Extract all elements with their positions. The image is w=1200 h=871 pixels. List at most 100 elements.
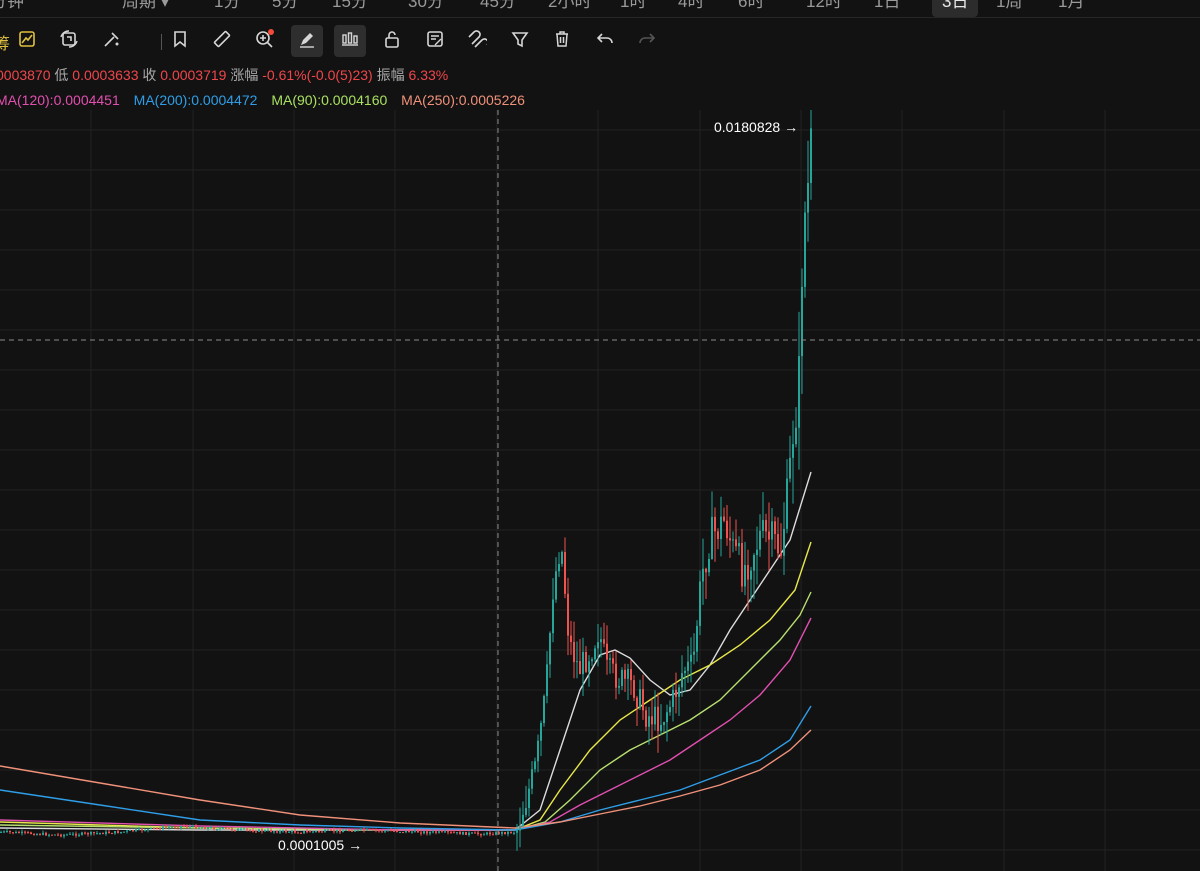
partial-toolbar-label[interactable]: 筹 <box>0 30 10 54</box>
candle-body <box>645 710 647 727</box>
candle-body <box>138 828 140 830</box>
change-value: -0.61%(-0.0(5)23) <box>262 67 373 83</box>
candle-body <box>747 565 749 580</box>
ma-250-label[interactable]: MA(250):0.0005226 <box>401 92 525 108</box>
draw-pen-icon <box>297 29 317 54</box>
candles-button[interactable] <box>334 25 366 57</box>
candle-body <box>0 831 2 833</box>
undo-button[interactable] <box>589 25 621 57</box>
candle-body <box>474 832 476 834</box>
candle-body <box>51 834 53 836</box>
candle-body <box>99 832 101 834</box>
candle-body <box>789 457 791 479</box>
candle-body <box>54 834 56 836</box>
notes-button[interactable] <box>419 25 451 57</box>
candle-body <box>132 830 134 832</box>
candle-body <box>609 658 611 660</box>
candle-body <box>273 831 275 833</box>
zoom-in-button[interactable] <box>248 25 280 57</box>
candle-body <box>378 830 380 832</box>
candle-body <box>336 829 338 832</box>
close-label: 收 <box>142 67 157 83</box>
ma-90-label[interactable]: MA(90):0.0004160 <box>271 92 387 108</box>
period-option-5[interactable]: 15分 <box>332 0 368 17</box>
candle-body <box>657 706 659 732</box>
candle-body <box>93 832 95 834</box>
trash-icon <box>552 29 572 54</box>
candle-body <box>777 533 779 554</box>
period-option-15[interactable]: 1周 <box>996 0 1022 17</box>
ma-120-label[interactable]: MA(120):0.0004451 <box>0 92 120 108</box>
candle-body <box>669 706 671 713</box>
period-option-11[interactable]: 6时 <box>738 0 764 17</box>
candle-body <box>9 831 11 833</box>
candle-body <box>183 825 185 827</box>
close-value: 0.0003719 <box>160 67 227 83</box>
candlestick-chart[interactable]: 0.0180828 → 0.0001005 → <box>0 110 1200 871</box>
candle-body <box>258 829 260 832</box>
candle-body <box>111 833 113 835</box>
candle-body <box>156 828 158 830</box>
candle-body <box>222 827 224 829</box>
magnet-icon <box>467 29 489 54</box>
period-option-12[interactable]: 12时 <box>806 0 842 17</box>
period-option-3[interactable]: 1分 <box>214 0 240 17</box>
bookmark-button[interactable] <box>164 25 196 57</box>
period-option-16[interactable]: 1月 <box>1058 0 1084 17</box>
candle-body <box>48 834 50 836</box>
candle-body <box>174 826 176 828</box>
candle-body <box>741 543 743 587</box>
period-option-2[interactable]: 周期 ▾ <box>122 0 169 17</box>
candle-body <box>72 833 74 835</box>
period-selector-bar: 分钟 周期 ▾ 1分 5分 15分 30分 45分 2小时 1时 4时 6时 12时 1日 3日 1周 1月 <box>0 0 1200 18</box>
draw-pen-button[interactable] <box>291 25 323 57</box>
chart-type-button[interactable] <box>11 25 43 57</box>
layout-sync-icon <box>59 29 79 54</box>
ruler-button[interactable] <box>206 25 238 57</box>
filter-button[interactable] <box>504 25 536 57</box>
candle-body <box>33 834 35 836</box>
measure-tool-button[interactable] <box>96 25 128 57</box>
candle-body <box>534 761 536 770</box>
period-option-7[interactable]: 45分 <box>480 0 516 17</box>
period-option-14[interactable]: 3日 <box>932 0 979 17</box>
candle-body <box>675 689 677 697</box>
redo-button[interactable] <box>631 25 663 57</box>
candle-body <box>435 831 437 833</box>
candle-body <box>510 831 512 834</box>
candle-body <box>399 831 401 833</box>
candle-body <box>642 689 644 711</box>
candle-body <box>468 832 470 835</box>
trash-button[interactable] <box>546 25 578 57</box>
candle-body <box>165 826 167 828</box>
candles-icon <box>340 29 360 54</box>
candle-body <box>501 832 503 834</box>
lock-button[interactable] <box>376 25 408 57</box>
candle-body <box>537 740 539 762</box>
candle-body <box>528 788 530 809</box>
candle-body <box>318 830 320 832</box>
period-option-8[interactable]: 2小时 <box>548 0 591 17</box>
candle-body <box>267 829 269 831</box>
candle-body <box>36 833 38 836</box>
period-option-0[interactable]: 分钟 <box>0 0 24 17</box>
period-option-10[interactable]: 4时 <box>678 0 704 17</box>
candle-body <box>393 830 395 832</box>
candle-body <box>246 828 248 830</box>
period-option-6[interactable]: 30分 <box>408 0 444 17</box>
period-option-4[interactable]: 5分 <box>272 0 298 17</box>
lock-icon <box>382 29 402 54</box>
candle-body <box>546 664 548 696</box>
candle-body <box>153 827 155 829</box>
candle-body <box>255 831 257 833</box>
layout-sync-button[interactable] <box>53 25 85 57</box>
candle-body <box>633 680 635 698</box>
period-option-9[interactable]: 1时 <box>620 0 646 17</box>
candle-body <box>315 830 317 832</box>
ma-200-label[interactable]: MA(200):0.0004472 <box>134 92 258 108</box>
candle-body <box>774 521 776 534</box>
candle-body <box>126 830 128 832</box>
magnet-button[interactable] <box>461 25 493 57</box>
candle-body <box>411 831 413 833</box>
period-option-13[interactable]: 1日 <box>874 0 900 17</box>
